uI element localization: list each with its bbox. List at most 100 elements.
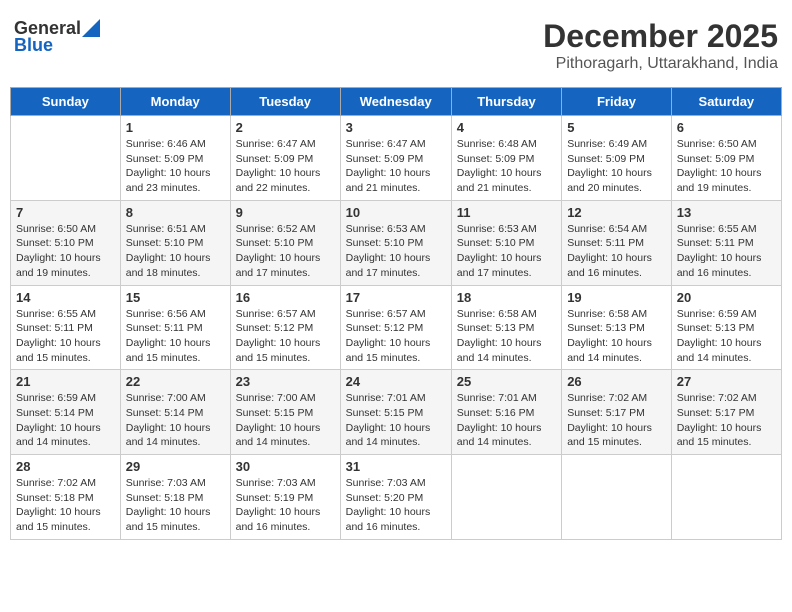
- day-number: 17: [346, 290, 446, 305]
- calendar-cell: 13 Sunrise: 6:55 AM Sunset: 5:11 PM Dayli…: [671, 200, 781, 285]
- day-of-week-header: Thursday: [451, 88, 561, 116]
- day-number: 28: [16, 459, 115, 474]
- day-number: 6: [677, 120, 776, 135]
- calendar-cell: 2Sunrise: 6:47 AM Sunset: 5:09 PM Daylig…: [230, 116, 340, 201]
- calendar-cell: 25Sunrise: 7:01 AM Sunset: 5:16 PM Dayli…: [451, 370, 561, 455]
- day-info: Sunrise: 7:02 AM Sunset: 5:17 PM Dayligh…: [567, 391, 666, 450]
- calendar-cell: 3 Sunrise: 6:47 AM Sunset: 5:09 PM Daylig…: [340, 116, 451, 201]
- title-area: December 2025 Pithoragarh, Uttarakhand, …: [543, 18, 778, 73]
- calendar-cell: 21Sunrise: 6:59 AM Sunset: 5:14 PM Dayli…: [11, 370, 121, 455]
- day-info: Sunrise: 6:47 AM Sunset: 5:09 PM Dayligh…: [236, 137, 335, 196]
- day-info: Sunrise: 6:47 AM Sunset: 5:09 PM Dayligh…: [346, 137, 446, 196]
- day-number: 24: [346, 374, 446, 389]
- day-number: 16: [236, 290, 335, 305]
- day-info: Sunrise: 6:50 AM Sunset: 5:10 PM Dayligh…: [16, 222, 115, 281]
- calendar-cell: 16 Sunrise: 6:57 AM Sunset: 5:12 PM Dayli…: [230, 285, 340, 370]
- day-info: Sunrise: 6:48 AM Sunset: 5:09 PM Dayligh…: [457, 137, 556, 196]
- calendar-cell: 29 Sunrise: 7:03 AM Sunset: 5:18 PM Dayli…: [120, 455, 230, 540]
- day-of-week-header: Wednesday: [340, 88, 451, 116]
- calendar-cell: 19Sunrise: 6:58 AM Sunset: 5:13 PM Dayli…: [562, 285, 672, 370]
- day-number: 4: [457, 120, 556, 135]
- calendar-cell: 22Sunrise: 7:00 AM Sunset: 5:14 PM Dayli…: [120, 370, 230, 455]
- day-info: Sunrise: 6:55 AM Sunset: 5:11 PM Dayligh…: [677, 222, 776, 281]
- subtitle: Pithoragarh, Uttarakhand, India: [543, 55, 778, 73]
- day-number: 15: [126, 290, 225, 305]
- logo-triangle-icon: [82, 19, 100, 37]
- day-info: Sunrise: 6:53 AM Sunset: 5:10 PM Dayligh…: [457, 222, 556, 281]
- calendar-cell: [562, 455, 672, 540]
- day-of-week-header: Sunday: [11, 88, 121, 116]
- calendar-cell: 20 Sunrise: 6:59 AM Sunset: 5:13 PM Dayli…: [671, 285, 781, 370]
- calendar-week-row: 21Sunrise: 6:59 AM Sunset: 5:14 PM Dayli…: [11, 370, 782, 455]
- calendar-cell: 4 Sunrise: 6:48 AM Sunset: 5:09 PM Daylig…: [451, 116, 561, 201]
- day-number: 29: [126, 459, 225, 474]
- calendar-cell: 26 Sunrise: 7:02 AM Sunset: 5:17 PM Dayli…: [562, 370, 672, 455]
- calendar-cell: [11, 116, 121, 201]
- calendar-cell: 7 Sunrise: 6:50 AM Sunset: 5:10 PM Daylig…: [11, 200, 121, 285]
- logo-blue-text: Blue: [14, 35, 53, 56]
- day-number: 20: [677, 290, 776, 305]
- main-title: December 2025: [543, 18, 778, 55]
- day-info: Sunrise: 6:50 AM Sunset: 5:09 PM Dayligh…: [677, 137, 776, 196]
- day-info: Sunrise: 7:03 AM Sunset: 5:19 PM Dayligh…: [236, 476, 335, 535]
- calendar-cell: 31 Sunrise: 7:03 AM Sunset: 5:20 PM Dayli…: [340, 455, 451, 540]
- logo: General Blue: [14, 18, 100, 56]
- calendar-cell: 17 Sunrise: 6:57 AM Sunset: 5:12 PM Dayli…: [340, 285, 451, 370]
- calendar-cell: 18 Sunrise: 6:58 AM Sunset: 5:13 PM Dayli…: [451, 285, 561, 370]
- day-info: Sunrise: 6:46 AM Sunset: 5:09 PM Dayligh…: [126, 137, 225, 196]
- day-number: 18: [457, 290, 556, 305]
- day-number: 26: [567, 374, 666, 389]
- calendar-week-row: 14 Sunrise: 6:55 AM Sunset: 5:11 PM Dayli…: [11, 285, 782, 370]
- calendar-cell: 14 Sunrise: 6:55 AM Sunset: 5:11 PM Dayli…: [11, 285, 121, 370]
- calendar-cell: 24 Sunrise: 7:01 AM Sunset: 5:15 PM Dayli…: [340, 370, 451, 455]
- calendar-cell: 5 Sunrise: 6:49 AM Sunset: 5:09 PM Daylig…: [562, 116, 672, 201]
- calendar-cell: 6 Sunrise: 6:50 AM Sunset: 5:09 PM Daylig…: [671, 116, 781, 201]
- calendar-cell: 8 Sunrise: 6:51 AM Sunset: 5:10 PM Daylig…: [120, 200, 230, 285]
- day-info: Sunrise: 7:01 AM Sunset: 5:15 PM Dayligh…: [346, 391, 446, 450]
- day-info: Sunrise: 6:49 AM Sunset: 5:09 PM Dayligh…: [567, 137, 666, 196]
- day-number: 14: [16, 290, 115, 305]
- day-info: Sunrise: 6:53 AM Sunset: 5:10 PM Dayligh…: [346, 222, 446, 281]
- day-number: 23: [236, 374, 335, 389]
- day-number: 10: [346, 205, 446, 220]
- header: General Blue December 2025 Pithoragarh, …: [10, 10, 782, 81]
- calendar-cell: 27 Sunrise: 7:02 AM Sunset: 5:17 PM Dayli…: [671, 370, 781, 455]
- day-number: 5: [567, 120, 666, 135]
- day-info: Sunrise: 6:59 AM Sunset: 5:13 PM Dayligh…: [677, 307, 776, 366]
- calendar-cell: 15Sunrise: 6:56 AM Sunset: 5:11 PM Dayli…: [120, 285, 230, 370]
- day-number: 12: [567, 205, 666, 220]
- day-info: Sunrise: 6:57 AM Sunset: 5:12 PM Dayligh…: [346, 307, 446, 366]
- day-info: Sunrise: 7:03 AM Sunset: 5:18 PM Dayligh…: [126, 476, 225, 535]
- day-info: Sunrise: 6:57 AM Sunset: 5:12 PM Dayligh…: [236, 307, 335, 366]
- calendar: SundayMondayTuesdayWednesdayThursdayFrid…: [10, 87, 782, 540]
- day-of-week-header: Monday: [120, 88, 230, 116]
- calendar-week-row: 7 Sunrise: 6:50 AM Sunset: 5:10 PM Daylig…: [11, 200, 782, 285]
- day-number: 13: [677, 205, 776, 220]
- day-number: 22: [126, 374, 225, 389]
- day-number: 30: [236, 459, 335, 474]
- day-number: 31: [346, 459, 446, 474]
- day-info: Sunrise: 6:54 AM Sunset: 5:11 PM Dayligh…: [567, 222, 666, 281]
- day-number: 8: [126, 205, 225, 220]
- calendar-cell: 10 Sunrise: 6:53 AM Sunset: 5:10 PM Dayli…: [340, 200, 451, 285]
- calendar-cell: 23 Sunrise: 7:00 AM Sunset: 5:15 PM Dayli…: [230, 370, 340, 455]
- day-info: Sunrise: 7:00 AM Sunset: 5:15 PM Dayligh…: [236, 391, 335, 450]
- day-info: Sunrise: 7:02 AM Sunset: 5:17 PM Dayligh…: [677, 391, 776, 450]
- day-of-week-header: Tuesday: [230, 88, 340, 116]
- day-info: Sunrise: 6:58 AM Sunset: 5:13 PM Dayligh…: [457, 307, 556, 366]
- day-number: 25: [457, 374, 556, 389]
- calendar-week-row: 28 Sunrise: 7:02 AM Sunset: 5:18 PM Dayli…: [11, 455, 782, 540]
- day-info: Sunrise: 6:55 AM Sunset: 5:11 PM Dayligh…: [16, 307, 115, 366]
- day-of-week-header: Saturday: [671, 88, 781, 116]
- day-number: 3: [346, 120, 446, 135]
- day-info: Sunrise: 7:02 AM Sunset: 5:18 PM Dayligh…: [16, 476, 115, 535]
- day-info: Sunrise: 6:51 AM Sunset: 5:10 PM Dayligh…: [126, 222, 225, 281]
- calendar-cell: [451, 455, 561, 540]
- calendar-cell: 30 Sunrise: 7:03 AM Sunset: 5:19 PM Dayli…: [230, 455, 340, 540]
- calendar-header-row: SundayMondayTuesdayWednesdayThursdayFrid…: [11, 88, 782, 116]
- day-info: Sunrise: 7:03 AM Sunset: 5:20 PM Dayligh…: [346, 476, 446, 535]
- day-number: 7: [16, 205, 115, 220]
- calendar-cell: 9Sunrise: 6:52 AM Sunset: 5:10 PM Daylig…: [230, 200, 340, 285]
- day-of-week-header: Friday: [562, 88, 672, 116]
- day-number: 27: [677, 374, 776, 389]
